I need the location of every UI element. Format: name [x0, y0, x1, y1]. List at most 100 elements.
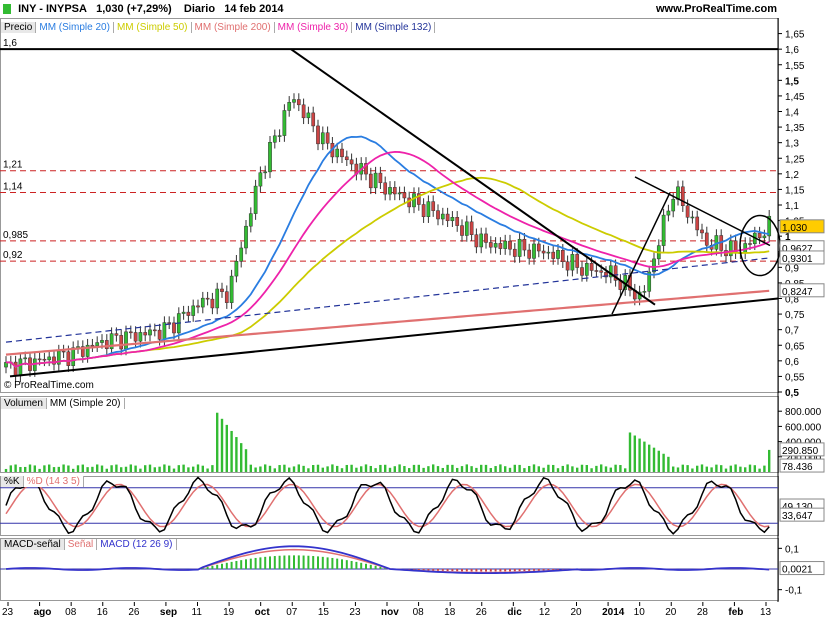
y-tick-label: 1,55	[785, 61, 805, 72]
candle-body	[148, 329, 152, 336]
candle-body	[316, 125, 320, 145]
volume-bar	[100, 465, 104, 472]
volume-bar	[489, 468, 492, 472]
x-tick-label: 2014	[602, 607, 625, 618]
candle-body	[536, 243, 541, 252]
volume-bar	[4, 468, 8, 472]
candle-body	[642, 291, 647, 293]
macd-hist-bar	[446, 569, 449, 572]
legend-entry[interactable]: %D (14 3 5)	[23, 476, 84, 487]
legend-entry[interactable]: MACD-señal	[1, 539, 65, 550]
candle-body	[152, 329, 157, 332]
x-tick-label: 15	[318, 607, 330, 618]
volume-bar	[249, 464, 252, 472]
volume-bar	[163, 464, 166, 472]
candle-body	[671, 199, 676, 212]
candle-body	[277, 135, 282, 137]
x-tick-label: 26	[476, 607, 488, 618]
vol-tick-label: 600.000	[785, 422, 822, 433]
volume-bar	[72, 468, 75, 472]
volume-bar	[475, 467, 478, 472]
volume-bar	[604, 466, 608, 472]
x-tick-label: sep	[160, 607, 177, 618]
volume-bar	[134, 465, 137, 472]
candle-body	[287, 102, 292, 111]
legend-entry[interactable]: MM (Simple 200)	[191, 22, 275, 33]
volume-bar	[182, 464, 185, 472]
legend-entry[interactable]: MM (Simple 30)	[274, 22, 353, 33]
volume-bar	[600, 464, 603, 472]
volume-bar	[710, 467, 713, 472]
macd-hist-bar	[523, 569, 526, 572]
candle-body	[383, 182, 388, 195]
volume-bar	[441, 467, 444, 472]
volume-bar	[379, 464, 382, 472]
x-tick-label: 19	[223, 607, 235, 618]
volume-bar	[715, 464, 718, 472]
x-tick-label: 08	[65, 607, 77, 618]
legend-entry[interactable]: MACD (12 26 9)	[97, 539, 177, 550]
legend-entry[interactable]: Precio	[1, 22, 37, 33]
candle-body	[532, 243, 536, 259]
candle-body	[704, 232, 709, 246]
legend-entry[interactable]: MM (Simple 50)	[113, 22, 192, 33]
macd-hist-bar	[283, 555, 286, 569]
stoch-k-line	[5, 476, 770, 535]
resistance-trendline	[290, 48, 656, 306]
legend-entry[interactable]: MM (Simple 20)	[46, 398, 125, 409]
volume-bar	[172, 468, 176, 472]
candle-body	[196, 305, 200, 308]
x-tick-label: 20	[571, 607, 583, 618]
x-tick-label: ago	[34, 607, 52, 618]
volume-bar	[700, 464, 704, 472]
macd-hist-bar	[345, 560, 348, 569]
y-tick-label: 1,35	[785, 123, 805, 134]
volume-bar	[633, 435, 636, 472]
macd-legend: MACD-señal Señal MACD (12 26 9)	[1, 538, 177, 552]
volume-bar	[547, 464, 550, 472]
legend-entry[interactable]: MM (Simple 132)	[352, 22, 436, 33]
volume-bar	[43, 465, 46, 472]
macd-hist-bar	[350, 560, 353, 569]
volume-bar	[177, 465, 180, 472]
candle-body	[560, 250, 565, 262]
chart-window: INY - INYPSA 1,030 (+7,29%) Diario 14 fe…	[0, 0, 835, 620]
volume-bar	[297, 464, 300, 472]
volume-bar	[153, 467, 156, 472]
candle-body	[282, 110, 287, 136]
volume-bar	[278, 465, 281, 472]
macd-hist-bar	[269, 556, 271, 569]
chart-canvas[interactable]: 1,65 1,6 1,55 1,5 1,45 1,4 1,35 1,3 1,25 1,2 1,15 1…	[0, 0, 835, 620]
candle-body	[728, 240, 733, 257]
legend-entry[interactable]: Volumen	[1, 398, 47, 409]
legend-entry[interactable]: %K	[1, 476, 24, 487]
macd-hist-bar	[336, 558, 339, 569]
volume-bar	[115, 464, 118, 472]
x-tick-label: 18	[444, 607, 456, 618]
macd-hist-bar	[513, 569, 516, 572]
candle-body	[61, 350, 66, 353]
macd-hist-bar	[307, 555, 310, 569]
macd-hist-bar	[437, 569, 439, 571]
candle-body	[412, 193, 416, 208]
volume-bar	[705, 466, 708, 472]
volume-bar	[259, 466, 262, 472]
y-tick-label: 1,15	[785, 185, 805, 196]
level-label: 0,92	[3, 250, 23, 261]
legend-entry[interactable]: MM (Simple 20)	[36, 22, 114, 33]
x-tick-label: 20	[665, 607, 677, 618]
macd-hist-bar	[475, 569, 478, 572]
volume-bar	[264, 464, 267, 472]
legend-entry[interactable]: Señal	[64, 539, 98, 550]
volume-bar	[364, 464, 368, 472]
candle-body	[244, 225, 248, 249]
candle-body	[13, 361, 18, 377]
candle-body	[584, 263, 589, 276]
candle-body	[680, 186, 685, 206]
volume-bar	[96, 464, 99, 472]
volume-bar	[19, 467, 22, 472]
y-tick-label: 1,25	[785, 154, 805, 165]
macd-hist-bar	[331, 557, 334, 569]
volume-bar	[384, 464, 387, 472]
candle-body	[272, 135, 277, 143]
